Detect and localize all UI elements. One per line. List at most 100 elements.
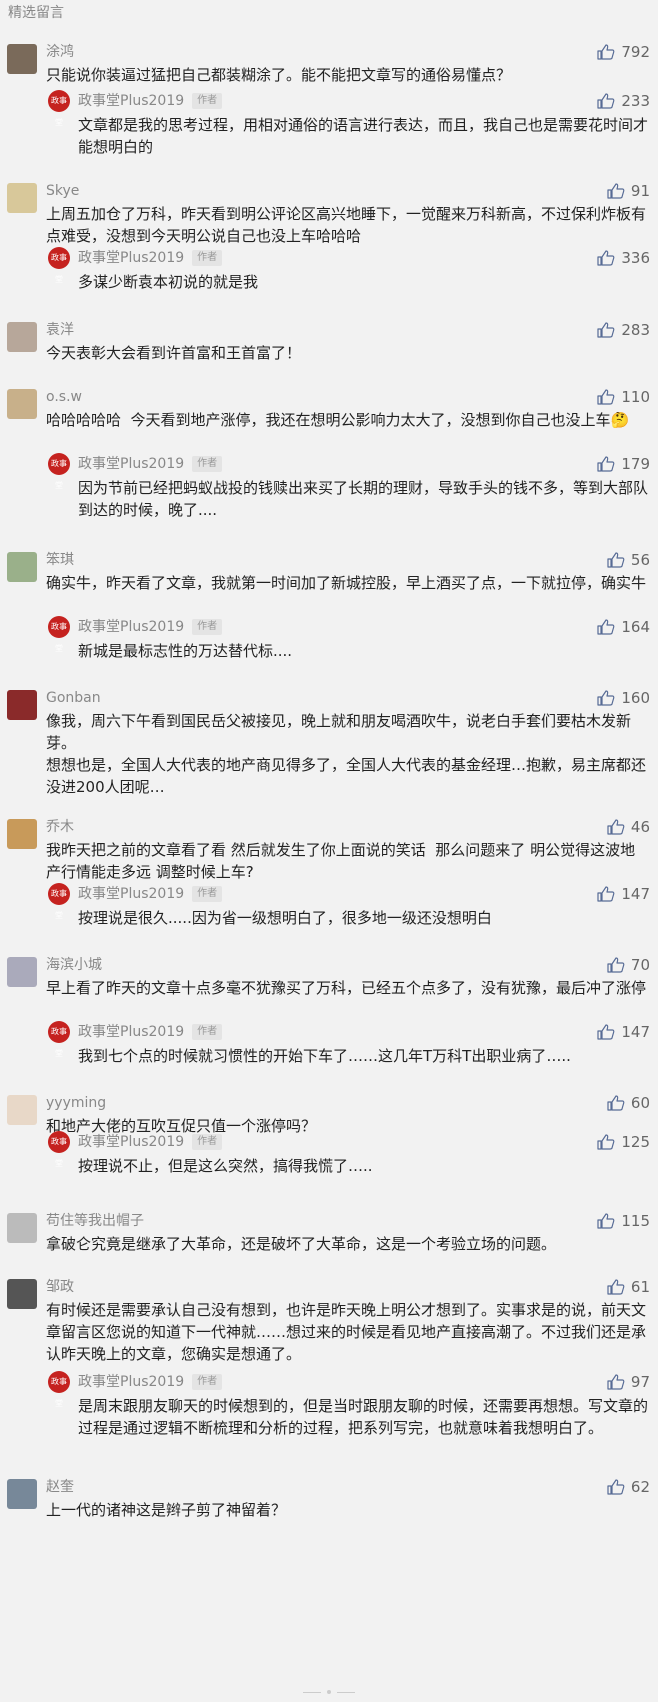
like-button[interactable]: 91 (607, 182, 650, 200)
author-badge: 作者 (192, 1024, 223, 1040)
author-reply-header: 政事堂Plus2019 作者 (78, 249, 223, 267)
thumbs-up-icon (607, 1095, 625, 1111)
avatar[interactable] (7, 322, 37, 352)
like-count: 110 (621, 388, 650, 406)
reply-like-button[interactable]: 147 (597, 885, 650, 903)
thumbs-up-icon (597, 44, 615, 60)
author-reply-header: 政事堂Plus2019 作者 (78, 455, 223, 473)
thumbs-up-icon (597, 93, 615, 109)
author-badge: 作者 (192, 456, 223, 472)
like-count: 147 (621, 885, 650, 903)
like-count: 115 (621, 1212, 650, 1230)
author-reply-text: 按理说是很久.....因为省一级想明白了，很多地一级还没想明白 (78, 909, 492, 927)
thumbs-up-icon (607, 183, 625, 199)
comment-text: 我昨天把之前的文章看了看 然后就发生了你上面说的笑话 那么问题来了 明公觉得这波… (46, 841, 636, 881)
thumbs-up-icon (597, 456, 615, 472)
like-button[interactable]: 283 (597, 321, 650, 339)
like-button[interactable]: 792 (597, 43, 650, 61)
reply-like-button[interactable]: 125 (597, 1133, 650, 1151)
comment-text: 上周五加仓了万科，昨天看到明公评论区高兴地睡下，一觉醒来万科新高，不过保利炸板有… (46, 205, 647, 245)
avatar[interactable] (7, 1479, 37, 1509)
author-name: 政事堂Plus2019 (78, 1134, 185, 1150)
thumbs-up-icon (607, 957, 625, 973)
section-title: 精选留言 (8, 5, 64, 21)
like-count: 283 (621, 321, 650, 339)
like-button[interactable]: 46 (607, 818, 650, 836)
reply-like-button[interactable]: 147 (597, 1023, 650, 1041)
like-button[interactable]: 60 (607, 1094, 650, 1112)
like-button[interactable]: 56 (607, 551, 650, 569)
like-button[interactable]: 160 (597, 689, 650, 707)
author-reply-header: 政事堂Plus2019 作者 (78, 1023, 223, 1041)
reply-like-button[interactable]: 164 (597, 618, 650, 636)
reply-like-button[interactable]: 336 (597, 249, 650, 267)
author-name: 政事堂Plus2019 (78, 619, 185, 635)
like-button[interactable]: 115 (597, 1212, 650, 1230)
avatar[interactable] (7, 1213, 37, 1243)
author-name: 政事堂Plus2019 (78, 456, 185, 472)
like-button[interactable]: 110 (597, 388, 650, 406)
author-name: 政事堂Plus2019 (78, 93, 185, 109)
avatar[interactable] (7, 389, 37, 419)
like-count: 125 (621, 1133, 650, 1151)
thumbs-up-icon (597, 389, 615, 405)
thumbs-up-icon (597, 322, 615, 338)
author-avatar[interactable]: 政事堂 (48, 1371, 70, 1408)
reply-like-button[interactable]: 179 (597, 455, 650, 473)
loading-indicator (0, 1690, 658, 1694)
reply-like-button[interactable]: 97 (607, 1373, 650, 1391)
author-name: 政事堂Plus2019 (78, 1024, 185, 1040)
like-button[interactable]: 61 (607, 1278, 650, 1296)
author-reply-text: 文章都是我的思考过程，用相对通俗的语言进行表达，而且，我自己也是需要花时间才能想… (78, 116, 649, 156)
like-count: 46 (630, 818, 650, 836)
avatar[interactable] (7, 957, 37, 987)
thumbs-up-icon (597, 1213, 615, 1229)
commenter-name: 乔木 (46, 819, 74, 835)
thumbs-up-icon (607, 819, 625, 835)
like-count: 792 (621, 43, 650, 61)
thumbs-up-icon (607, 552, 625, 568)
author-name: 政事堂Plus2019 (78, 1374, 185, 1390)
avatar[interactable] (7, 1279, 37, 1309)
author-reply-text: 按理说不止，但是这么突然，搞得我慌了….. (78, 1157, 373, 1175)
author-avatar[interactable]: 政事堂 (48, 453, 70, 490)
author-avatar[interactable]: 政事堂 (48, 247, 70, 284)
commenter-name: 涂鸿 (46, 44, 74, 60)
thumbs-up-icon (607, 1479, 625, 1495)
thumbs-up-icon (597, 250, 615, 266)
thumbs-up-icon (597, 690, 615, 706)
like-count: 61 (630, 1278, 650, 1296)
author-avatar[interactable]: 政事堂 (48, 616, 70, 653)
commenter-name: 邹政 (46, 1279, 74, 1295)
author-badge: 作者 (192, 1134, 223, 1150)
author-avatar[interactable]: 政事堂 (48, 90, 70, 127)
avatar[interactable] (7, 690, 37, 720)
comment-text: 早上看了昨天的文章十点多毫不犹豫买了万科，已经五个点多了，没有犹豫，最后冲了涨停 (46, 979, 647, 997)
like-button[interactable]: 70 (607, 956, 650, 974)
comment-text: 拿破仑究竟是继承了大革命，还是破坏了大革命，这是一个考验立场的问题。 (46, 1235, 557, 1253)
author-avatar[interactable]: 政事堂 (48, 1131, 70, 1168)
author-reply-header: 政事堂Plus2019 作者 (78, 885, 223, 903)
avatar[interactable] (7, 819, 37, 849)
like-count: 56 (630, 551, 650, 569)
like-count: 91 (630, 182, 650, 200)
avatar[interactable] (7, 44, 37, 74)
like-count: 62 (630, 1478, 650, 1496)
comment-text: 今天表彰大会看到许首富和王首富了！ (46, 344, 302, 362)
author-avatar[interactable]: 政事堂 (48, 883, 70, 920)
like-button[interactable]: 62 (607, 1478, 650, 1496)
author-reply-header: 政事堂Plus2019 作者 (78, 92, 223, 110)
author-reply-text: 新城是最标志性的万达替代标.... (78, 642, 293, 660)
avatar[interactable] (7, 1095, 37, 1125)
author-badge: 作者 (192, 886, 223, 902)
comment-text: 确实牛，昨天看了文章，我就第一时间加了新城控股，早上酒买了点，一下就拉停，确实牛 (46, 574, 647, 592)
avatar[interactable] (7, 552, 37, 582)
commenter-name: 赵奎 (46, 1479, 74, 1495)
reply-like-button[interactable]: 233 (597, 92, 650, 110)
author-avatar[interactable]: 政事堂 (48, 1021, 70, 1058)
author-badge: 作者 (192, 619, 223, 635)
comment-text: 哈哈哈哈哈 今天看到地产涨停，我还在想明公影响力太大了，没想到你自己也没上车🤔 (46, 411, 630, 429)
avatar[interactable] (7, 183, 37, 213)
like-count: 179 (621, 455, 650, 473)
commenter-name: o.s.w (46, 389, 82, 405)
